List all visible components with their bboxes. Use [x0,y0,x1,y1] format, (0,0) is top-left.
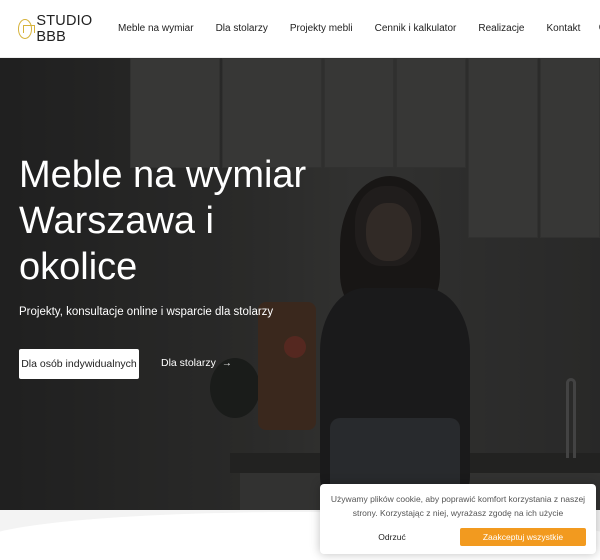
main-nav: Meble na wymiar Dla stolarzy Projekty me… [118,23,580,34]
logo-text: STUDIO BBB [36,12,93,45]
hero-subtitle: Projekty, konsultacje online i wsparcie … [19,306,274,318]
individuals-button[interactable]: Dla osób indywidualnych [19,349,139,379]
cookie-reject-button[interactable]: Odrzuć [328,528,456,546]
nav-meble-na-wymiar[interactable]: Meble na wymiar [118,23,194,34]
arrow-right-icon: → [221,357,232,369]
cookie-text: Używamy plików cookie, aby poprawić komf… [330,494,586,518]
hero-title: Meble na wymiar Warszawa i okolice [19,154,307,288]
nav-projekty-mebli[interactable]: Projekty mebli [290,23,353,34]
nav-kontakt[interactable]: Kontakt [547,23,581,34]
logo-icon [18,18,36,39]
carpenters-link-label: Dla stolarzy [161,357,216,369]
nav-realizacje[interactable]: Realizacje [478,23,524,34]
nav-dla-stolarzy[interactable]: Dla stolarzy [216,23,268,34]
carpenters-link[interactable]: Dla stolarzy → [161,357,232,369]
cookie-banner: Używamy plików cookie, aby poprawić komf… [320,484,596,554]
cookie-accept-button[interactable]: Zaakceptuj wszystkie [460,528,586,546]
nav-cennik-i-kalkulator[interactable]: Cennik i kalkulator [375,23,457,34]
site-header: STUDIO BBB Meble na wymiar Dla stolarzy … [0,0,600,58]
hero-section: Meble na wymiar Warszawa i okolice Proje… [0,58,600,510]
logo[interactable]: STUDIO BBB [18,13,98,45]
